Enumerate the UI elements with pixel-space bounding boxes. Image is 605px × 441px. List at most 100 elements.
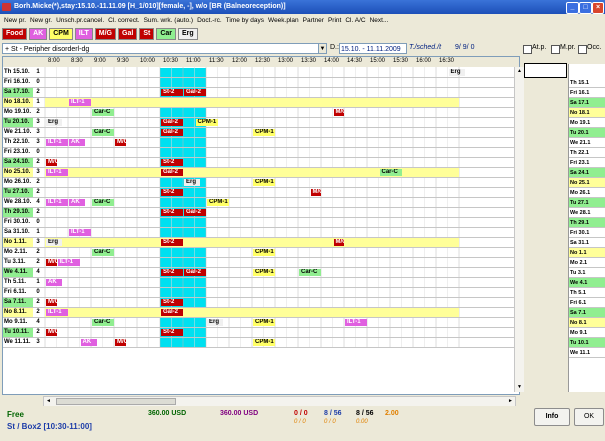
appointment-block[interactable]: Erg — [207, 319, 224, 326]
day-row[interactable]: Sa 17.10. 2 St-2 Gal-2 — [3, 88, 519, 98]
ok-button[interactable]: OK — [574, 408, 604, 426]
day-row[interactable]: Fri 16.10. 0 — [3, 78, 519, 88]
checkbox-at-p[interactable] — [523, 45, 532, 54]
appointment-block[interactable]: Gal-2 — [161, 129, 183, 136]
appointment-block[interactable]: Car-C — [92, 249, 114, 256]
close-icon[interactable]: × — [592, 2, 604, 14]
menu-item[interactable]: New gr. — [30, 17, 52, 24]
day-row[interactable]: Mo 9.11. 4 Car-C Erg CPM-1 ILT-1 — [3, 318, 519, 328]
day-row[interactable]: We 4.11. 4 St-2 Gal-2 CPM-1 Car-C — [3, 268, 519, 278]
menu-item[interactable]: Unsch.pr.cancel. — [56, 17, 104, 24]
tag-st[interactable]: St — [139, 28, 155, 40]
appointment-block[interactable]: ILT-1 — [345, 319, 367, 326]
selection-box[interactable] — [524, 63, 567, 78]
maximize-icon[interactable]: □ — [579, 2, 592, 14]
appointment-block[interactable]: Gal-2 — [184, 89, 206, 96]
minimize-icon[interactable]: _ — [566, 2, 579, 14]
appointment-block[interactable]: M/G1 — [333, 239, 344, 246]
appointment-block[interactable]: Gal-2 — [161, 119, 183, 126]
appointment-block[interactable]: CPM-1 — [253, 319, 275, 326]
day-row[interactable]: Tu 27.10.2St-2M/G1 — [3, 188, 519, 198]
schedule-grid[interactable]: 8:00 8:30 9:00 9:30 10:00 10:30 11:00 11:30 12:0… — [2, 56, 520, 395]
vertical-scrollbar[interactable]: ▲ ▼ — [514, 67, 524, 392]
appointment-block[interactable]: ILT-1 — [57, 259, 80, 266]
appointment-block[interactable]: Gal-2 — [184, 209, 206, 216]
day-row[interactable]: Fri 30.10. 0 — [3, 218, 519, 228]
appointment-block[interactable]: Car-C — [299, 269, 321, 276]
day-row[interactable]: No 8.11. 2 ILT-1 Gal-2 — [3, 308, 519, 318]
appointment-block[interactable]: AK — [69, 139, 86, 146]
appointment-block[interactable]: Car-C — [92, 199, 114, 206]
day-row[interactable]: Th 15.10. 1 Erg — [3, 68, 519, 78]
day-row[interactable]: Fri 6.11. 0 — [3, 288, 519, 298]
appointment-block[interactable]: Car-C — [92, 319, 114, 326]
menu-item[interactable]: Time by days — [226, 17, 264, 24]
checkbox-m-pr[interactable] — [551, 45, 560, 54]
menu-item[interactable]: New pr. — [4, 17, 26, 24]
day-row[interactable]: Tu 10.11.2M/G1St-2 — [3, 328, 519, 338]
appointment-block[interactable]: CPM-1 — [253, 269, 275, 276]
appointment-block[interactable]: St-2 — [161, 329, 183, 336]
appointment-block[interactable]: St-2 — [161, 159, 183, 166]
tag-mg[interactable]: M/G — [94, 28, 117, 40]
diagnosis-select[interactable]: + St - Peripher disorderl-dg — [2, 43, 324, 54]
day-row[interactable]: No 25.10. 3 ILT-1 Gal-2 Car-C — [3, 168, 519, 178]
appointment-block[interactable]: ILT-1 — [69, 229, 91, 236]
day-row[interactable]: Th 29.10. 2 St-2 Gal-2 — [3, 208, 519, 218]
scroll-right-icon[interactable]: ► — [507, 397, 514, 406]
appointment-block[interactable]: Erg — [46, 119, 63, 126]
appointment-block[interactable]: ILT-1 — [69, 99, 91, 106]
menu-item[interactable]: Sum. wrk. (auto.) — [144, 17, 193, 24]
day-row[interactable]: Tu 3.11.2M/G1ILT-1 — [3, 258, 519, 268]
tag-erg[interactable]: Erg — [178, 28, 198, 40]
appointment-block[interactable]: CPM-1 — [207, 199, 229, 206]
appointment-block[interactable]: ILT-1 — [46, 169, 68, 176]
menu-item[interactable]: Cl. correct. — [108, 17, 139, 24]
tag-ak[interactable]: AK — [29, 28, 48, 40]
scroll-left-icon[interactable]: ◄ — [45, 397, 52, 406]
day-row[interactable]: Sa 24.10.2M/G1St-2 — [3, 158, 519, 168]
appointment-block[interactable]: St-2 — [161, 209, 183, 216]
appointment-block[interactable]: Car-C — [92, 109, 114, 116]
day-row[interactable]: We 28.10. 4 ILT-1 AK Car-C CPM-1 — [3, 198, 519, 208]
appointment-block[interactable]: ILT-1 — [46, 309, 68, 316]
appointment-block[interactable]: St-2 — [161, 269, 183, 276]
appointment-block[interactable]: ILT-1 — [46, 199, 68, 206]
day-row[interactable]: No 1.11.3ErgSt-2M/G1 — [3, 238, 519, 248]
appointment-block[interactable]: CPM-1 — [195, 119, 218, 126]
tag-food[interactable]: Food — [2, 28, 28, 40]
appointment-block[interactable]: M/G1 — [46, 259, 57, 266]
day-row[interactable]: Th 5.11. 1 AK — [3, 278, 519, 288]
appointment-block[interactable]: M/G1 — [46, 159, 57, 166]
day-row[interactable]: No 18.10. 1 ILT-1 — [3, 98, 519, 108]
day-row[interactable]: We 21.10. 3 Car-C Gal-2 CPM-1 — [3, 128, 519, 138]
date-range-field[interactable]: 15.10. - 11.11.2009 — [339, 43, 407, 54]
appointment-block[interactable]: Gal-2 — [161, 309, 183, 316]
appointment-block[interactable]: Car-C — [92, 129, 114, 136]
appointment-block[interactable]: M/G1 — [333, 109, 344, 116]
day-row[interactable]: Tu 20.10. 3 Erg Gal-2 CPM-1 — [3, 118, 519, 128]
scroll-up-icon[interactable]: ▲ — [516, 68, 523, 75]
day-row[interactable]: We 11.11.3AKM/G1CPM-1 — [3, 338, 519, 348]
appointment-block[interactable]: Erg — [448, 69, 465, 76]
day-row[interactable]: Fri 23.10. 0 — [3, 148, 519, 158]
appointment-block[interactable]: St-2 — [161, 189, 183, 196]
scroll-thumb[interactable] — [56, 398, 176, 405]
appointment-block[interactable]: Erg — [46, 239, 63, 246]
checkbox-occ[interactable] — [578, 45, 587, 54]
appointment-block[interactable]: St-2 — [161, 299, 183, 306]
tag-car[interactable]: Car — [156, 28, 176, 40]
day-row[interactable]: Mo 26.10. 2 Erg CPM-1 — [3, 178, 519, 188]
appointment-block[interactable]: AK — [80, 339, 97, 346]
appointment-block[interactable]: M/G1 — [310, 189, 321, 196]
menu-item[interactable]: Next... — [370, 17, 389, 24]
menu-item[interactable]: Week.plan — [268, 17, 299, 24]
appointment-block[interactable]: Gal-2 — [184, 269, 206, 276]
appointment-block[interactable]: Car-C — [379, 169, 402, 176]
tag-cpm[interactable]: CPM — [49, 28, 73, 40]
tag-gal[interactable]: Gal — [118, 28, 138, 40]
appointment-block[interactable]: ILT-1 — [46, 139, 68, 146]
appointment-block[interactable]: St-2 — [161, 239, 183, 246]
appointment-block[interactable]: CPM-1 — [253, 179, 275, 186]
menu-item[interactable]: Partner — [303, 17, 324, 24]
